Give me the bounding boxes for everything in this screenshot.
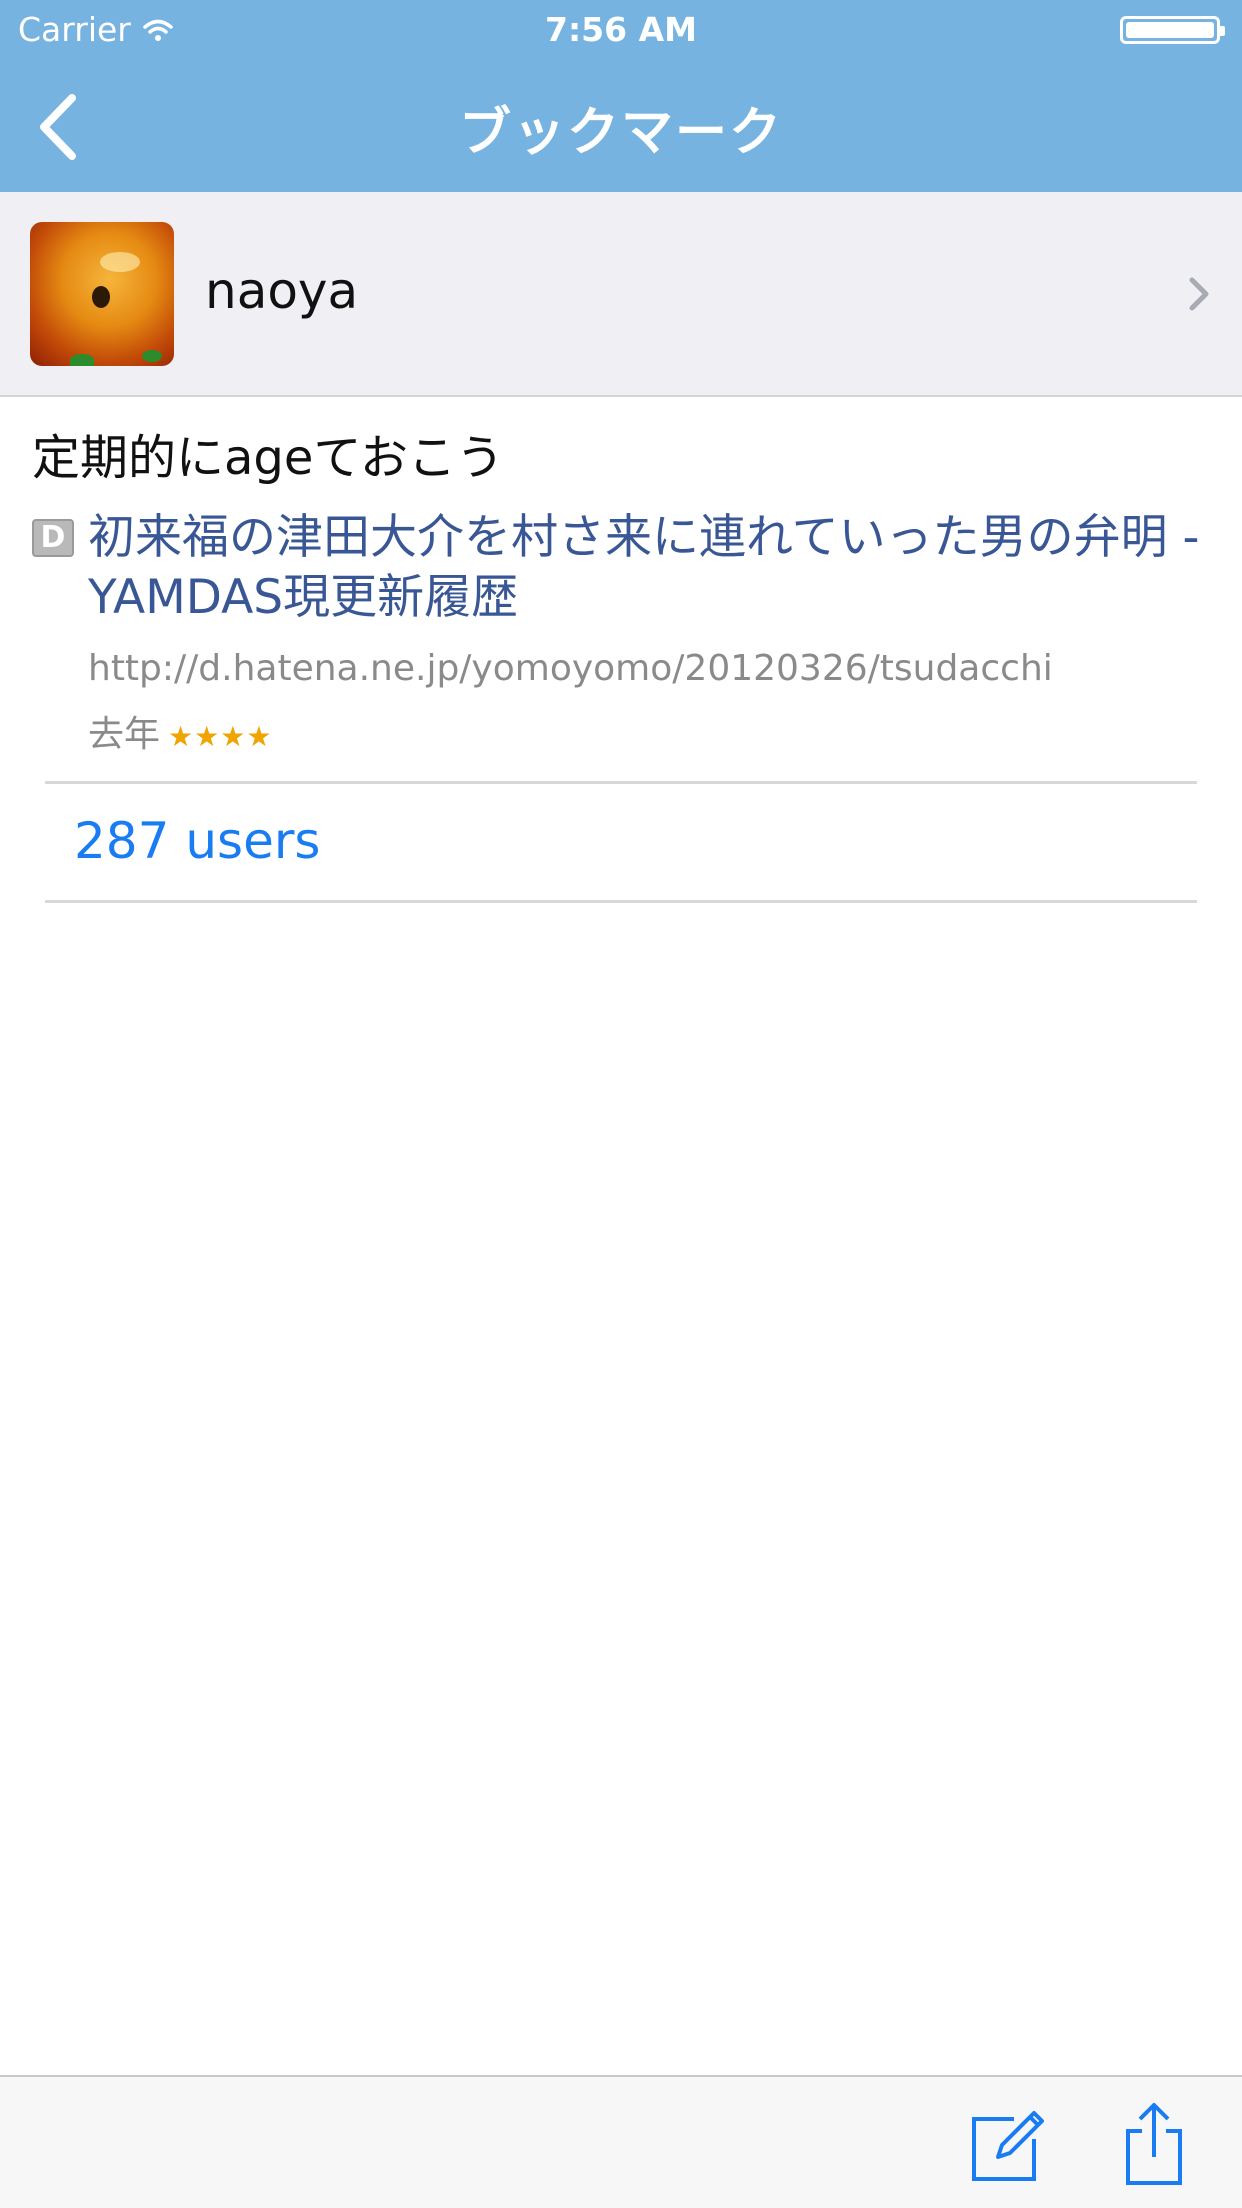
username: naoya [205, 262, 359, 320]
user-row[interactable]: naoya [0, 192, 1242, 397]
bookmark-comment: 定期的にageておこう [32, 430, 504, 486]
avatar-highlight [100, 252, 140, 272]
avatar [30, 222, 174, 366]
star-rating: ★★★★ [168, 720, 273, 753]
compose-icon[interactable] [968, 2105, 1048, 2185]
users-count-link[interactable]: 287 users [74, 812, 320, 870]
diary-favicon-icon: D [32, 519, 74, 557]
bottom-toolbar [0, 2075, 1242, 2208]
share-icon[interactable] [1122, 2101, 1186, 2187]
chevron-right-icon [1189, 277, 1209, 311]
entry-url: http://d.hatena.ne.jp/yomoyomo/20120326/… [88, 648, 1053, 689]
bookmark-date: 去年 [88, 714, 161, 755]
navigation-bar: ブックマーク [0, 62, 1242, 192]
page-title: ブックマーク [458, 103, 783, 163]
entry-title-link[interactable]: 初来福の津田大介を村さ来に連れていった男の弁明 - YAMDAS現更新履歴 [88, 508, 1218, 628]
avatar-eye [92, 286, 110, 308]
avatar-detail [142, 350, 162, 362]
avatar-detail [70, 354, 94, 366]
divider [45, 781, 1197, 784]
divider [45, 900, 1197, 903]
clock: 7:56 AM [545, 10, 697, 49]
battery-icon [1120, 16, 1225, 44]
entry-meta: 去年 ★★★★ [88, 705, 272, 757]
status-bar: Carrier 7:56 AM [0, 0, 1242, 62]
